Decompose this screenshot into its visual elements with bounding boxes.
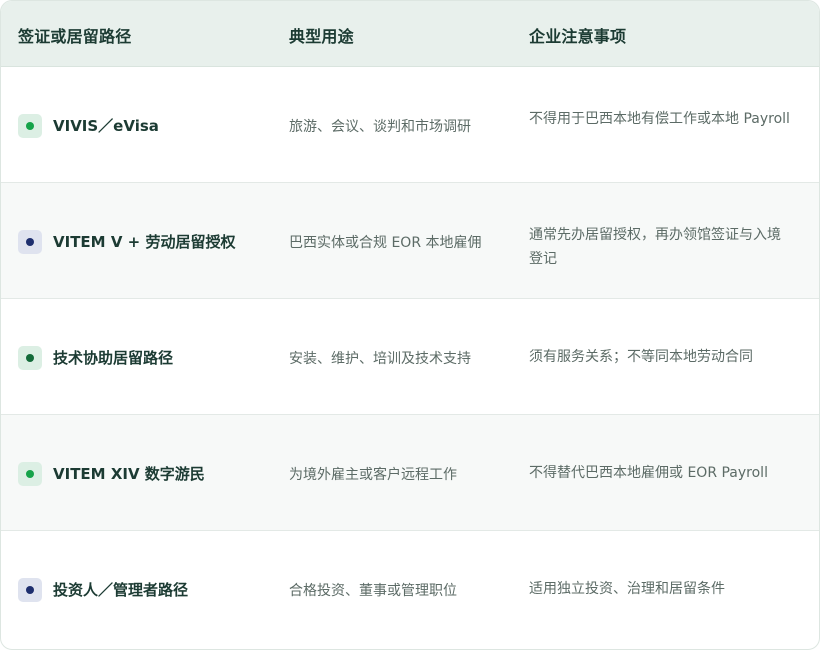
route-name: 技术协助居留路径 — [53, 349, 174, 367]
table-row: 投资人／管理者路径 合格投资、董事或管理职位 适用独立投资、治理和居留条件 — [1, 531, 819, 647]
status-dot-icon — [18, 230, 42, 254]
table-header: 签证或居留路径 典型用途 企业注意事项 — [1, 1, 819, 67]
route-usage: 旅游、会议、谈判和市场调研 — [289, 119, 471, 135]
status-dot-icon — [18, 114, 42, 138]
visa-comparison-table: 签证或居留路径 典型用途 企业注意事项 VIVIS／eVisa 旅游、会议、谈判… — [0, 0, 820, 650]
table-row: 技术协助居留路径 安装、维护、培训及技术支持 须有服务关系；不等同本地劳动合同 — [1, 299, 819, 415]
route-usage: 安装、维护、培训及技术支持 — [289, 351, 471, 367]
status-dot-icon — [18, 346, 42, 370]
header-notes: 企业注意事项 — [529, 27, 627, 46]
header-route: 签证或居留路径 — [18, 27, 132, 46]
route-notes: 适用独立投资、治理和居留条件 — [529, 581, 725, 597]
route-name: VITEM V + 劳动居留授权 — [53, 233, 236, 251]
status-dot-icon — [18, 462, 42, 486]
route-name: 投资人／管理者路径 — [53, 581, 189, 599]
table-row: VITEM V + 劳动居留授权 巴西实体或合规 EOR 本地雇佣 通常先办居留… — [1, 183, 819, 299]
route-usage: 为境外雇主或客户远程工作 — [289, 467, 457, 483]
route-name: VITEM XIV 数字游民 — [53, 465, 205, 483]
route-name: VIVIS／eVisa — [53, 117, 159, 135]
route-notes: 须有服务关系；不等同本地劳动合同 — [529, 349, 753, 365]
status-dot-icon — [18, 578, 42, 602]
route-notes: 不得替代巴西本地雇佣或 EOR Payroll — [529, 465, 768, 481]
table-row: VIVIS／eVisa 旅游、会议、谈判和市场调研 不得用于巴西本地有偿工作或本… — [1, 67, 819, 183]
route-notes: 不得用于巴西本地有偿工作或本地 Payroll — [529, 111, 790, 127]
route-notes: 通常先办居留授权，再办领馆签证与入境登记 — [529, 227, 781, 267]
route-usage: 巴西实体或合规 EOR 本地雇佣 — [289, 235, 482, 251]
route-usage: 合格投资、董事或管理职位 — [289, 583, 457, 599]
table-row: VITEM XIV 数字游民 为境外雇主或客户远程工作 不得替代巴西本地雇佣或 … — [1, 415, 819, 531]
header-usage: 典型用途 — [289, 27, 354, 46]
